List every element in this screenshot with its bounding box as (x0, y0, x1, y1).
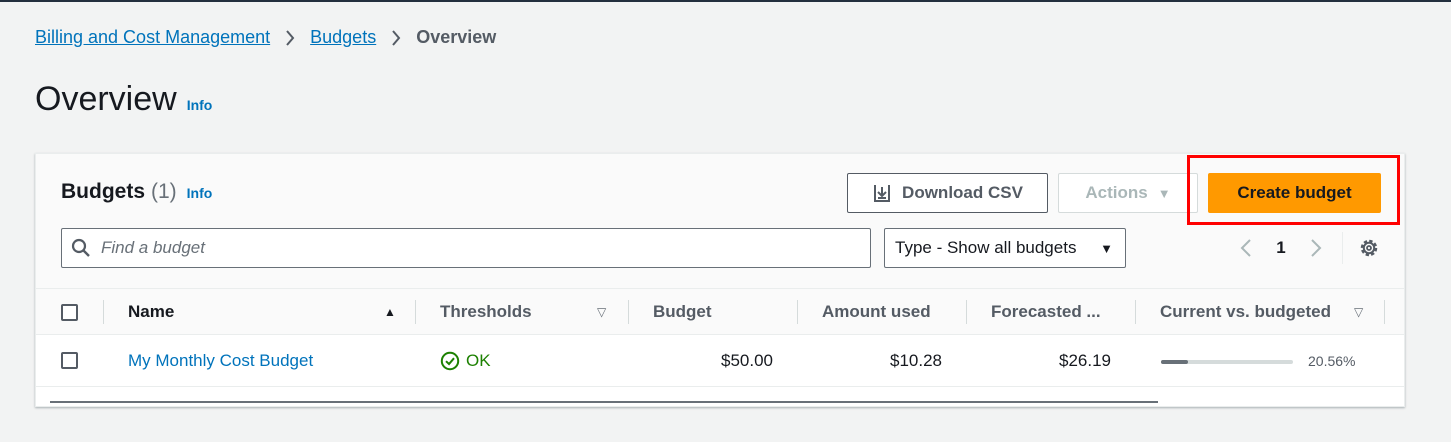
page-info-link[interactable]: Info (187, 97, 213, 113)
column-divider (103, 300, 104, 324)
column-divider (415, 300, 416, 324)
breadcrumb-billing-link[interactable]: Billing and Cost Management (35, 27, 270, 48)
forecasted-cell: $26.19 (1059, 351, 1111, 370)
breadcrumb-budgets-link[interactable]: Budgets (310, 27, 376, 48)
column-header-forecasted[interactable]: Forecasted ... (991, 289, 1101, 335)
horizontal-scrollbar[interactable] (50, 401, 1158, 403)
budget-cell: $50.00 (721, 351, 773, 370)
progress-percent: 20.56% (1308, 353, 1356, 369)
threshold-status-text: OK (466, 351, 491, 370)
column-header-budget[interactable]: Budget (653, 289, 712, 335)
chevron-right-icon (376, 29, 416, 46)
search-icon (71, 238, 91, 258)
column-header-amount-used[interactable]: Amount used (822, 289, 931, 335)
chevron-right-icon[interactable] (1304, 238, 1328, 258)
page-header: Overview Info (35, 80, 212, 119)
pager-divider (1342, 232, 1343, 264)
download-icon (872, 183, 892, 203)
column-header-thresholds[interactable]: Thresholds (440, 289, 532, 335)
progress-bar-fill (1161, 360, 1189, 364)
sort-down-icon[interactable]: ▽ (597, 305, 606, 319)
highlight-box (1187, 155, 1400, 225)
threshold-status: OK (440, 335, 491, 387)
column-divider (797, 300, 798, 324)
column-header-name[interactable]: Name (128, 289, 174, 335)
progress-bar (1161, 360, 1293, 364)
row-checkbox[interactable] (61, 352, 78, 369)
budget-name-link[interactable]: My Monthly Cost Budget (128, 351, 313, 371)
panel-info-link[interactable]: Info (187, 185, 213, 201)
breadcrumb: Billing and Cost Management Budgets Over… (35, 27, 496, 48)
column-divider (1384, 300, 1385, 324)
sort-down-icon[interactable]: ▽ (1354, 305, 1363, 319)
gear-icon[interactable] (1358, 237, 1380, 259)
page-number[interactable]: 1 (1258, 238, 1304, 258)
budgets-panel: Budgets (1) Info Download CSV Actions ▼ … (35, 153, 1405, 407)
download-csv-button[interactable]: Download CSV (847, 173, 1048, 213)
download-csv-label: Download CSV (902, 183, 1023, 202)
budget-count: (1) (151, 180, 177, 203)
search-box[interactable] (61, 228, 871, 268)
pagination: 1 (1234, 228, 1380, 268)
chevron-left-icon[interactable] (1234, 238, 1258, 258)
breadcrumb-current: Overview (416, 27, 497, 47)
table-header-row: Name ▲ Thresholds ▽ Budget Amount used F… (36, 288, 1404, 335)
column-divider (1135, 300, 1136, 324)
check-circle-icon (440, 351, 460, 371)
chevron-right-icon (270, 29, 310, 46)
budgets-table: Name ▲ Thresholds ▽ Budget Amount used F… (36, 288, 1404, 387)
search-input[interactable] (101, 238, 841, 258)
panel-title: Budgets (1) Info (61, 180, 212, 204)
amount-used-cell: $10.28 (890, 351, 942, 370)
actions-label: Actions (1085, 183, 1148, 202)
page-title: Overview (35, 80, 177, 118)
select-all-checkbox[interactable] (61, 304, 78, 321)
actions-dropdown[interactable]: Actions ▼ (1058, 173, 1198, 213)
type-filter-value: Type - Show all budgets (895, 238, 1077, 257)
caret-down-icon: ▼ (1157, 185, 1171, 201)
panel-header: Budgets (1) Info Download CSV Actions ▼ … (36, 154, 1404, 288)
caret-down-icon: ▼ (1100, 240, 1113, 256)
sort-up-icon[interactable]: ▲ (384, 305, 396, 319)
top-border (0, 0, 1451, 2)
column-divider (966, 300, 967, 324)
column-header-current-vs-budgeted[interactable]: Current vs. budgeted (1160, 289, 1331, 335)
table-row[interactable]: My Monthly Cost Budget OK $50.00 $10.28 … (36, 335, 1404, 387)
type-filter-select[interactable]: Type - Show all budgets ▼ (884, 228, 1126, 268)
column-divider (628, 300, 629, 324)
panel-title-text: Budgets (61, 180, 145, 203)
